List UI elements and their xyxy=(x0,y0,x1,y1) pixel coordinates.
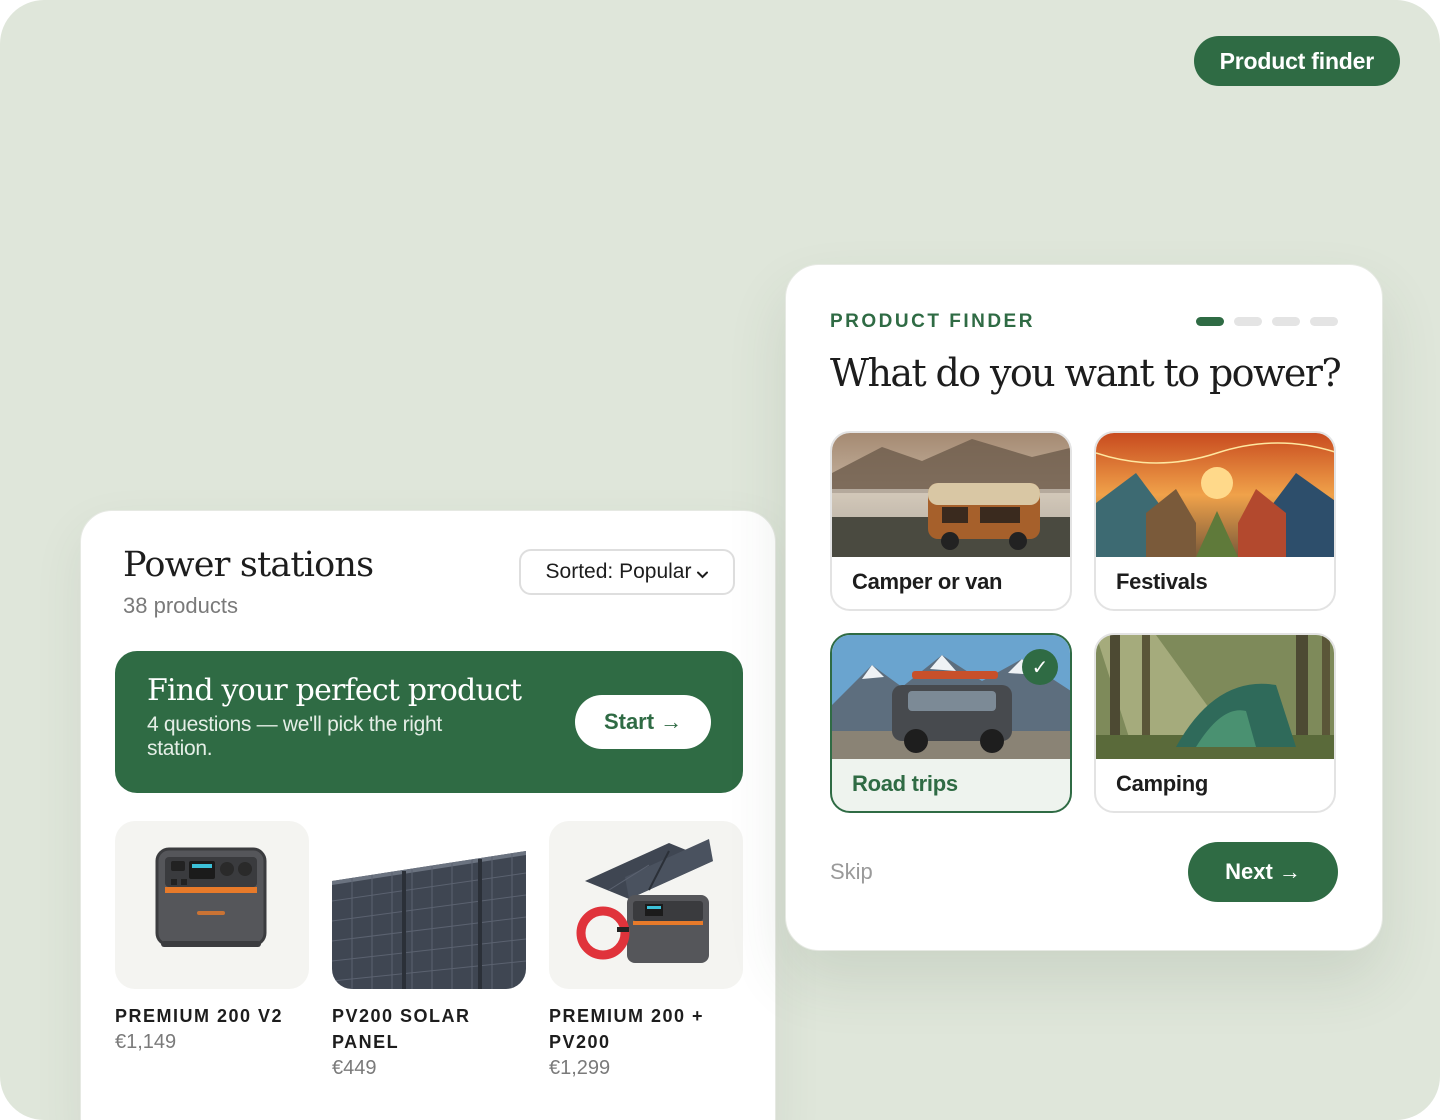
arrow-right-icon: → xyxy=(1278,859,1301,884)
next-button[interactable]: Next → xyxy=(1188,842,1338,902)
option-camping[interactable]: Camping xyxy=(1094,633,1336,813)
page-title: Power stations xyxy=(123,545,374,585)
product-name: PREMIUM 200 + PV200 xyxy=(549,1006,705,1052)
option-label: Festivals xyxy=(1116,569,1208,594)
option-label: Camping xyxy=(1116,771,1209,796)
product-card[interactable]: PV200 SOLAR PANEL €449 xyxy=(332,821,526,1080)
step-progress xyxy=(1196,317,1338,326)
product-name: PV200 SOLAR PANEL xyxy=(332,1006,471,1052)
product-price: €449 xyxy=(332,1057,377,1079)
step-dot xyxy=(1272,317,1300,326)
start-button[interactable]: Start → xyxy=(575,695,711,749)
option-label: Camper or van xyxy=(852,569,1003,594)
finder-question: What do you want to power? xyxy=(830,351,1342,395)
product-card[interactable]: PREMIUM 200 V2 €1,149 xyxy=(115,821,309,1054)
product-image-power-station xyxy=(115,821,309,989)
camper-van-image xyxy=(832,433,1070,557)
step-dot-active xyxy=(1196,317,1224,326)
option-festivals[interactable]: Festivals xyxy=(1094,431,1336,611)
check-icon: ✓ xyxy=(1022,649,1058,685)
finder-eyebrow: PRODUCT FINDER xyxy=(830,311,1035,332)
product-image-solar-panel xyxy=(332,821,526,989)
finder-banner: Find your perfect product 4 questions — … xyxy=(115,651,743,793)
option-camper-van[interactable]: Camper or van xyxy=(830,431,1072,611)
product-finder-button[interactable]: Product finder xyxy=(1193,36,1400,86)
app-canvas: Product finder Power stations 38 product… xyxy=(0,0,1440,1120)
start-label: Start xyxy=(603,709,655,734)
banner-title: Find your perfect product xyxy=(147,673,522,708)
arrow-right-icon: → xyxy=(660,709,683,734)
option-label: Road trips xyxy=(852,771,958,796)
product-card[interactable]: PREMIUM 200 + PV200 €1,299 xyxy=(549,821,743,1080)
camping-image xyxy=(1096,635,1334,759)
product-name: PREMIUM 200 V2 xyxy=(115,1006,284,1026)
product-image-bundle xyxy=(549,821,743,989)
sort-label: Sorted: Popular xyxy=(545,560,692,583)
product-count: 38 products xyxy=(123,593,238,618)
banner-subtitle: 4 questions — we'll pick the right stati… xyxy=(147,713,442,760)
option-road-trips[interactable]: ✓ Road trips xyxy=(830,633,1072,813)
product-finder-panel: PRODUCT FINDER What do you want to power… xyxy=(785,264,1383,951)
skip-link[interactable]: Skip xyxy=(830,859,873,885)
product-price: €1,299 xyxy=(549,1057,611,1079)
product-price: €1,149 xyxy=(115,1031,177,1053)
sort-dropdown[interactable]: Sorted: Popular xyxy=(519,549,735,595)
step-dot xyxy=(1310,317,1338,326)
festivals-image xyxy=(1096,433,1334,557)
next-label: Next xyxy=(1225,859,1273,884)
step-dot xyxy=(1234,317,1262,326)
product-listing-panel: Power stations 38 products Sorted: Popul… xyxy=(80,510,776,1120)
chevron-down-icon xyxy=(697,571,709,579)
